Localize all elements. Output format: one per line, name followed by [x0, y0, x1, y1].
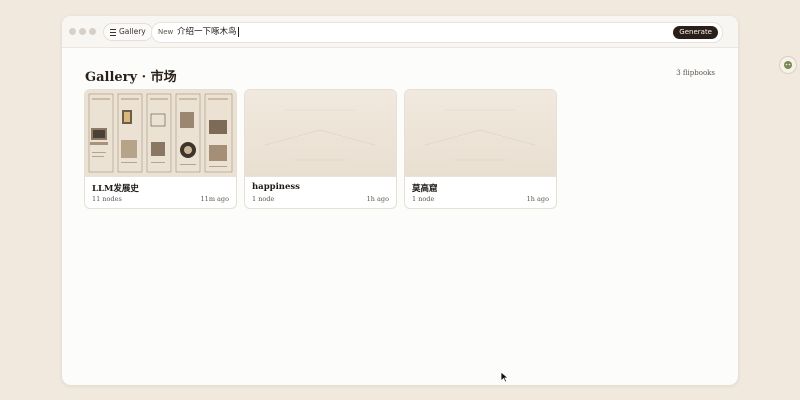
cursor-arrow: [500, 371, 509, 383]
gallery-button[interactable]: Gallery: [103, 23, 153, 41]
illustration-sheet: [85, 90, 236, 176]
card-title: 莫高窟: [412, 184, 438, 194]
card-node-count: 11 nodes: [92, 195, 122, 203]
prompt-text: 介绍一下啄木鸟: [177, 23, 239, 42]
text-caret: [237, 26, 239, 37]
widget-glyph: [784, 61, 792, 69]
page-title: Gallery · 市场: [85, 70, 177, 85]
window-dot-close[interactable]: [69, 28, 76, 35]
gallery-label: Gallery: [119, 27, 146, 36]
card-thumbnail-placeholder: [245, 90, 396, 177]
side-widget-icon[interactable]: [779, 56, 797, 74]
card-thumbnail-illustration: [85, 90, 236, 177]
generate-button[interactable]: Generate: [673, 26, 718, 39]
window-dot-maximize[interactable]: [89, 28, 96, 35]
prompt-value: 介绍一下啄木鸟: [177, 27, 237, 37]
card-title: LLM发展史: [92, 184, 139, 194]
menu-icon: [110, 28, 116, 36]
card-title: happiness: [252, 182, 300, 192]
card-timestamp: 11m ago: [200, 195, 229, 203]
prompt-input[interactable]: New 介绍一下啄木鸟 Generate: [151, 22, 723, 43]
placeholder-pattern: [264, 109, 376, 161]
card-timestamp: 1h ago: [526, 195, 549, 203]
flipbook-card[interactable]: LLM发展史 11 nodes 11m ago: [84, 89, 237, 209]
flipbook-count: 3 flipbooks: [676, 69, 715, 77]
card-node-count: 1 node: [412, 195, 435, 203]
window-dot-minimize[interactable]: [79, 28, 86, 35]
card-node-count: 1 node: [252, 195, 275, 203]
flipbook-card[interactable]: happiness 1 node 1h ago: [244, 89, 397, 209]
app-window: Gallery New 介绍一下啄木鸟 Generate Gallery · 市…: [62, 16, 738, 385]
card-timestamp: 1h ago: [366, 195, 389, 203]
card-thumbnail-placeholder: [405, 90, 556, 177]
flipbook-card[interactable]: 莫高窟 1 node 1h ago: [404, 89, 557, 209]
placeholder-pattern: [424, 109, 536, 161]
new-label: New: [158, 28, 174, 36]
top-bar: Gallery New 介绍一下啄木鸟 Generate: [62, 16, 738, 48]
